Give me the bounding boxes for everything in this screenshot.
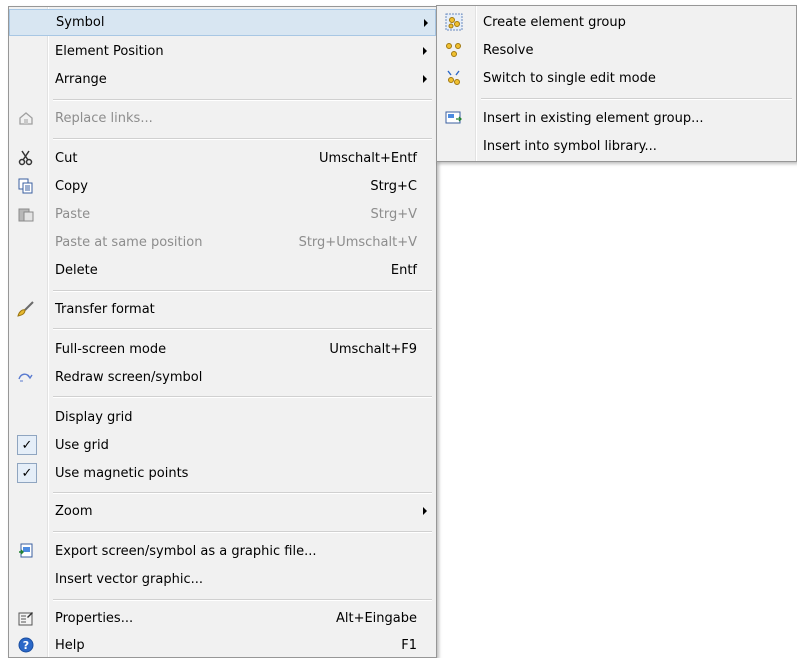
submenu-item-create-element-group[interactable]: Create element group — [437, 8, 796, 36]
redraw-icon — [17, 368, 35, 386]
menu-item-shortcut: Entf — [390, 262, 417, 278]
menu-item-use-magnetic-points[interactable]: ✓ Use magnetic points — [9, 459, 436, 487]
scissors-icon — [17, 149, 35, 167]
menu-item-label: Delete — [55, 262, 98, 278]
menu-item-label: Cut — [55, 150, 78, 166]
menu-separator — [53, 531, 432, 533]
menu-separator — [53, 138, 432, 140]
menu-item-export-graphic[interactable]: Export screen/symbol as a graphic file..… — [9, 537, 436, 565]
menu-item-display-grid[interactable]: Display grid — [9, 403, 436, 431]
submenu-item-single-edit-mode[interactable]: Switch to single edit mode — [437, 64, 796, 92]
menu-item-shortcut: Alt+Eingabe — [335, 610, 417, 626]
menu-item-element-position[interactable]: Element Position — [9, 37, 436, 65]
menu-item-redraw[interactable]: Redraw screen/symbol — [9, 363, 436, 391]
menu-item-use-grid[interactable]: ✓ Use grid — [9, 431, 436, 459]
submenu-item-insert-existing-group[interactable]: Insert in existing element group... — [437, 104, 796, 132]
export-graphic-icon — [17, 542, 35, 560]
menu-item-shortcut: Strg+Umschalt+V — [298, 234, 417, 250]
menu-item-label: Redraw screen/symbol — [55, 369, 203, 385]
menu-item-label: Full-screen mode — [55, 341, 167, 357]
menu-item-label: Use magnetic points — [55, 465, 189, 481]
menu-item-help[interactable]: ? Help F1 — [9, 632, 436, 658]
menu-item-full-screen[interactable]: Full-screen mode Umschalt+F9 — [9, 335, 436, 363]
replace-links-icon — [17, 109, 35, 127]
menu-item-label: Paste — [55, 206, 91, 222]
menu-item-insert-vector-graphic[interactable]: Insert vector graphic... — [9, 565, 436, 593]
menu-item-shortcut: F1 — [401, 637, 417, 653]
menu-item-label: Copy — [55, 178, 88, 194]
menu-item-label: Symbol — [56, 15, 105, 30]
menu-item-paste-same-position[interactable]: Paste at same position Strg+Umschalt+V — [9, 228, 436, 256]
svg-text:?: ? — [23, 639, 29, 652]
checkmark-icon: ✓ — [17, 435, 37, 455]
menu-item-paste[interactable]: Paste Strg+V — [9, 200, 436, 228]
menu-separator — [53, 492, 432, 494]
menu-item-shortcut: Umschalt+Entf — [318, 150, 417, 166]
submenu-item-label: Switch to single edit mode — [483, 70, 656, 86]
checkmark-icon: ✓ — [17, 463, 37, 483]
menu-item-properties[interactable]: Properties... Alt+Eingabe — [9, 604, 436, 632]
menu-separator — [53, 328, 432, 330]
submenu-item-resolve[interactable]: Resolve — [437, 36, 796, 64]
submenu-separator — [481, 98, 792, 100]
menu-item-delete[interactable]: Delete Entf — [9, 256, 436, 284]
submenu-item-label: Create element group — [483, 14, 626, 30]
menu-item-label: Arrange — [55, 71, 107, 87]
menu-item-label: Element Position — [55, 43, 164, 59]
menu-separator — [53, 396, 432, 398]
menu-item-label: Replace links... — [55, 110, 153, 126]
insert-group-icon — [445, 109, 463, 127]
menu-item-symbol[interactable]: Symbol — [9, 9, 436, 36]
menu-item-label: Transfer format — [55, 301, 155, 317]
submenu-arrow-icon — [423, 75, 427, 83]
menu-item-label: Export screen/symbol as a graphic file..… — [55, 543, 317, 559]
menu-item-cut[interactable]: Cut Umschalt+Entf — [9, 144, 436, 172]
menu-item-shortcut: Umschalt+F9 — [329, 341, 417, 357]
menu-item-copy[interactable]: Copy Strg+C — [9, 172, 436, 200]
resolve-icon — [445, 41, 463, 59]
menu-item-label: Use grid — [55, 437, 109, 453]
menu-item-zoom[interactable]: Zoom — [9, 497, 436, 525]
paintbrush-icon — [17, 300, 35, 318]
properties-icon — [17, 609, 35, 627]
menu-item-label: Display grid — [55, 409, 133, 425]
menu-item-shortcut: Strg+V — [370, 206, 417, 222]
help-icon: ? — [17, 636, 35, 654]
menu-item-label: Help — [55, 637, 85, 653]
menu-item-label: Zoom — [55, 503, 93, 519]
submenu-item-label: Insert into symbol library... — [483, 138, 657, 154]
submenu-item-insert-symbol-library[interactable]: Insert into symbol library... — [437, 132, 796, 160]
menu-item-transfer-format[interactable]: Transfer format — [9, 295, 436, 323]
context-menu: Symbol Element Position Arrange Replace … — [8, 6, 437, 658]
symbol-submenu: Create element group Resolve Switch to s… — [436, 5, 797, 162]
menu-separator — [53, 599, 432, 601]
menu-separator — [53, 290, 432, 292]
menu-separator — [53, 99, 432, 101]
copy-icon — [17, 177, 35, 195]
menu-item-shortcut: Strg+C — [370, 178, 417, 194]
submenu-item-label: Insert in existing element group... — [483, 110, 704, 126]
menu-item-replace-links[interactable]: Replace links... — [9, 104, 436, 132]
submenu-arrow-icon — [424, 18, 428, 27]
submenu-item-label: Resolve — [483, 42, 534, 58]
menu-item-label: Properties... — [55, 610, 134, 626]
paste-icon — [17, 205, 35, 223]
menu-item-label: Paste at same position — [55, 234, 203, 250]
menu-item-arrange[interactable]: Arrange — [9, 65, 436, 93]
create-group-icon — [445, 13, 463, 31]
submenu-arrow-icon — [423, 507, 427, 515]
menu-item-label: Insert vector graphic... — [55, 571, 203, 587]
single-edit-icon — [445, 69, 463, 87]
submenu-arrow-icon — [423, 47, 427, 55]
